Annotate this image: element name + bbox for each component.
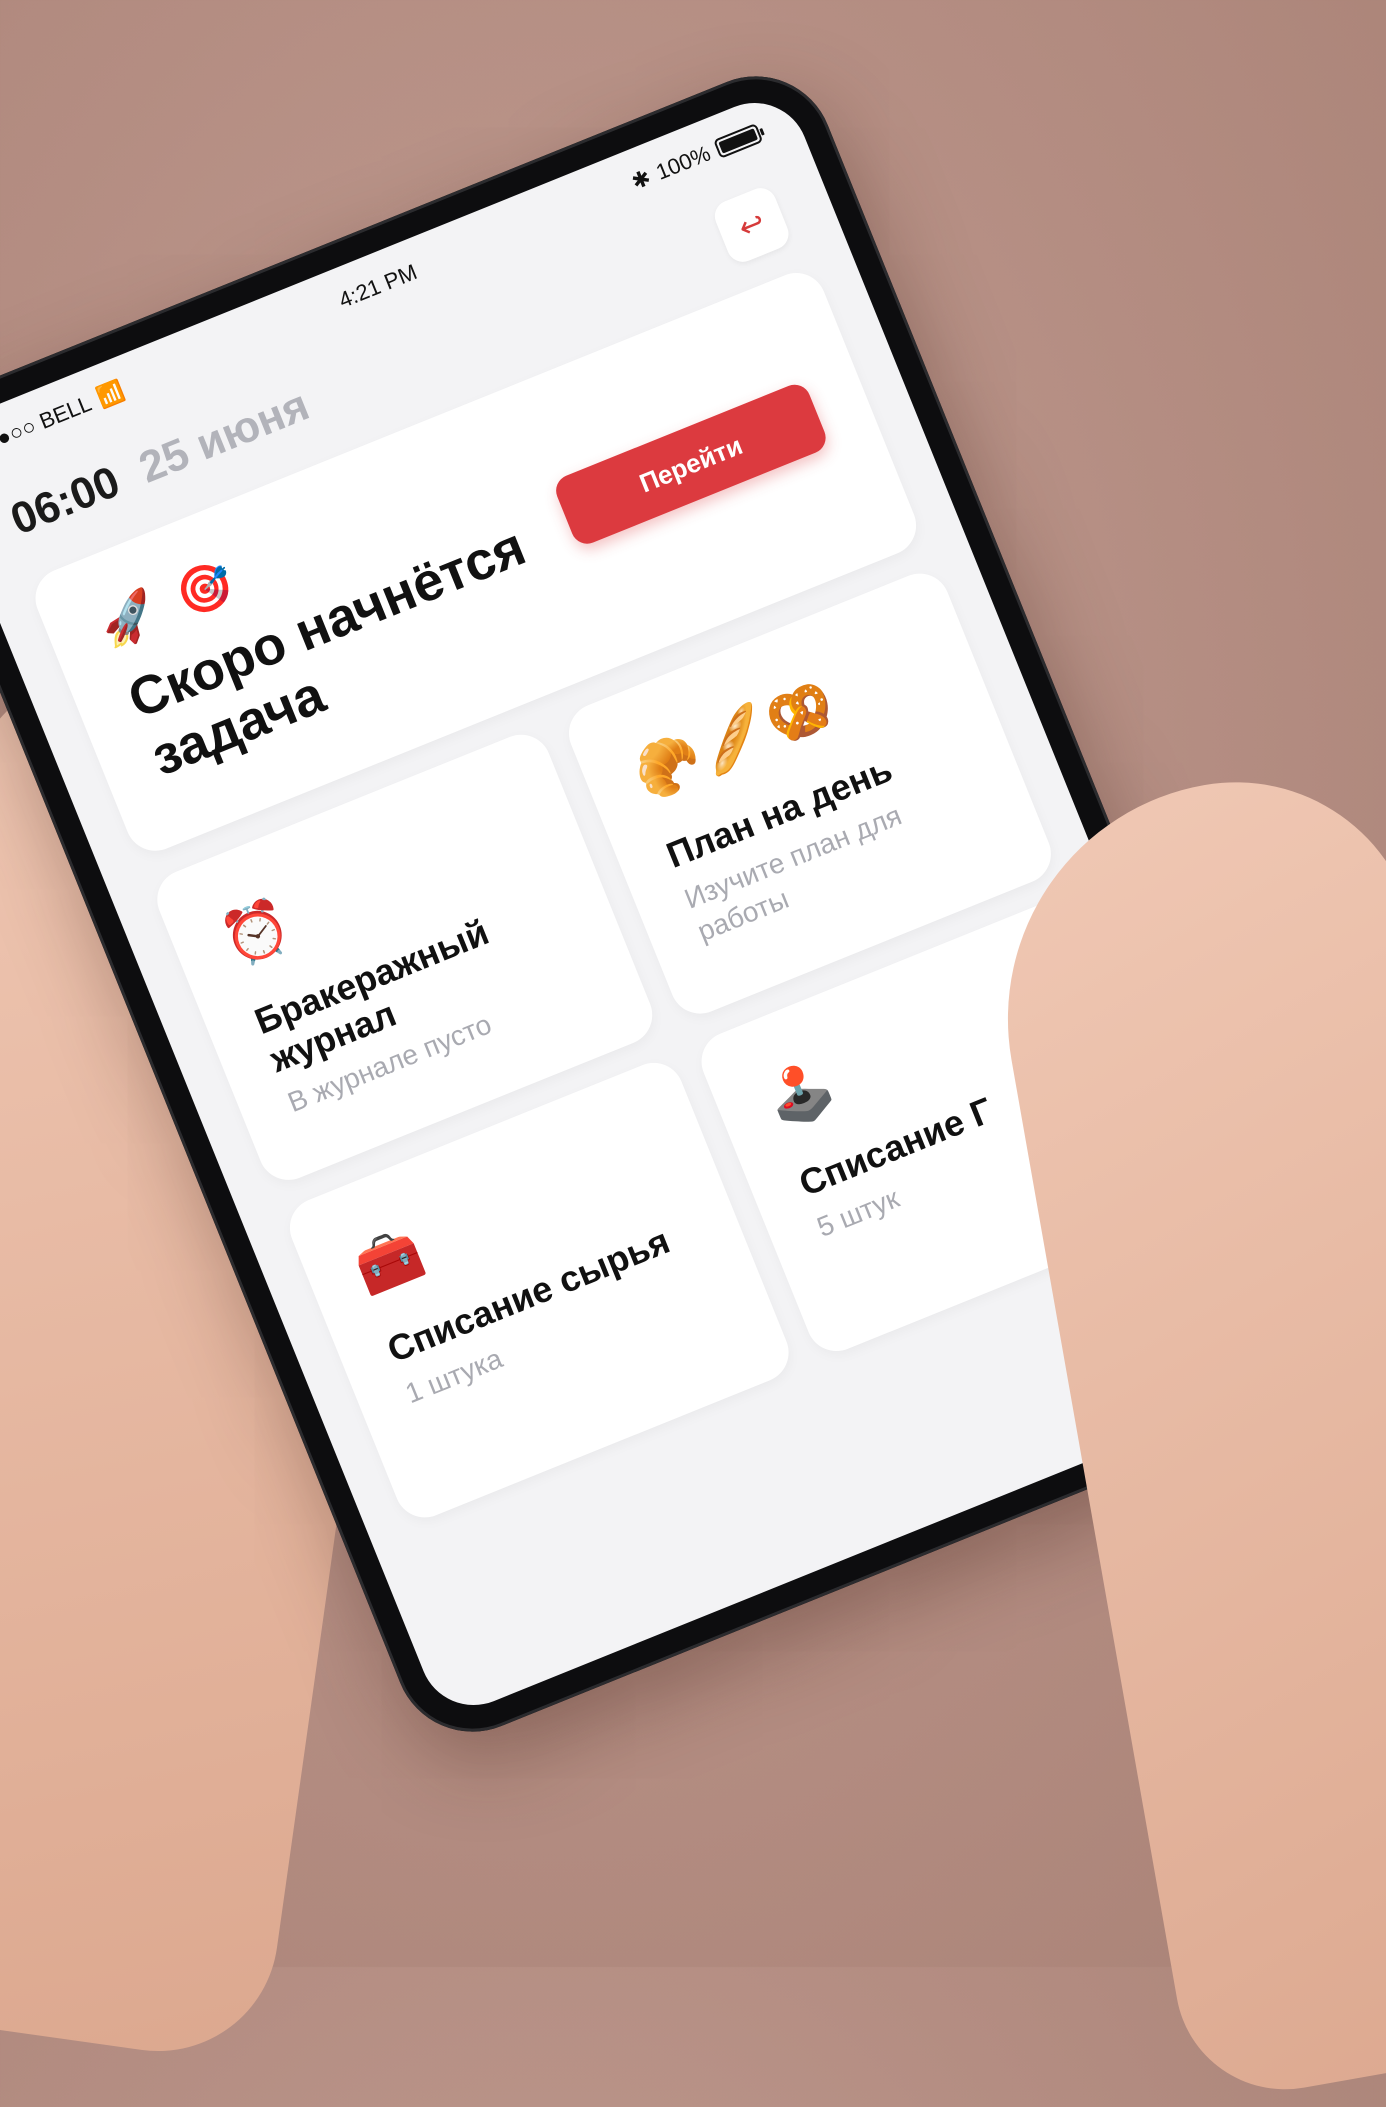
joystick-icon: 🕹️ bbox=[758, 1053, 847, 1136]
logout-button[interactable]: ↩ bbox=[710, 183, 794, 267]
logout-arrow-icon: ↩ bbox=[733, 204, 770, 246]
current-time: 06:00 bbox=[3, 456, 127, 545]
battery-icon bbox=[713, 123, 764, 159]
status-clock: 4:21 PM bbox=[335, 259, 421, 313]
alarm-clock-icon: ⏰ bbox=[214, 891, 303, 974]
toolbox-icon: 🧰 bbox=[346, 1219, 436, 1302]
go-button[interactable]: Перейти bbox=[551, 379, 831, 549]
wifi-icon: 📶 bbox=[93, 377, 128, 411]
battery-percent: 100% bbox=[652, 140, 714, 185]
carrier-label: ●●●○○ BELL bbox=[0, 390, 95, 462]
bluetooth-icon: ✱ bbox=[627, 164, 655, 195]
